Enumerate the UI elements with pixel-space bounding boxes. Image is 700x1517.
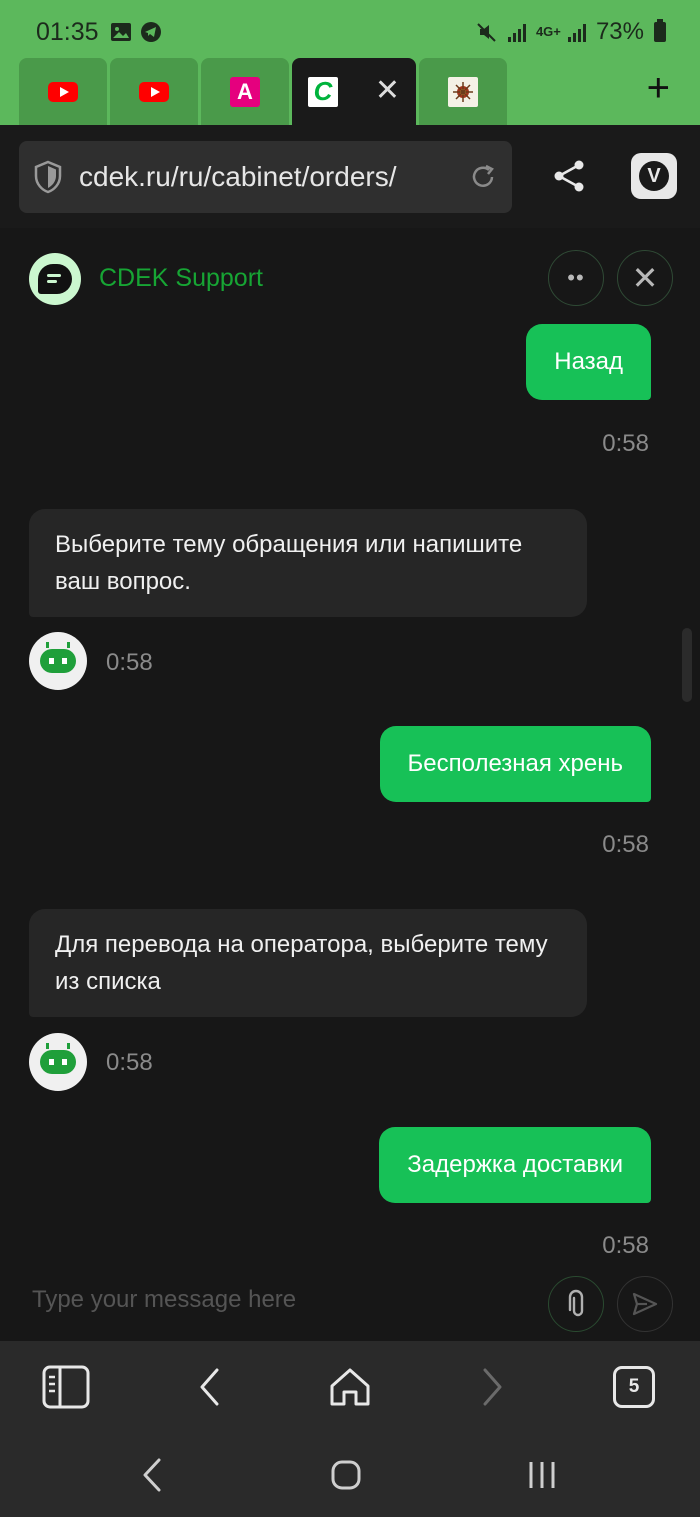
bot-message: Выберите тему обращения или напишите ваш… xyxy=(29,509,587,617)
url-text: cdek.ru/ru/cabinet/orders/ xyxy=(79,161,397,192)
browser-top-area: 01:35 4G+ 73% A C ✕ + xyxy=(0,0,700,125)
mute-icon xyxy=(477,23,496,42)
vivaldi-icon: V xyxy=(639,161,669,191)
tab-cdek-active[interactable]: C ✕ xyxy=(292,58,416,125)
tab-alfa[interactable]: A xyxy=(201,58,289,125)
chevron-left-icon xyxy=(200,1368,219,1406)
message-time: 0:58 xyxy=(106,1049,153,1076)
signal-icon-2 xyxy=(567,22,586,42)
chat-widget: CDEK Support •• ✕ Назад 0:58 Выберите те… xyxy=(0,228,700,1341)
system-back-button[interactable] xyxy=(128,1451,176,1499)
tab-count-badge: 5 xyxy=(613,1366,655,1408)
panel-button[interactable] xyxy=(42,1363,90,1411)
bot-avatar-icon xyxy=(29,1033,87,1091)
panel-icon xyxy=(42,1365,90,1409)
chat-close-button[interactable]: ✕ xyxy=(617,250,673,306)
bot-avatar-icon xyxy=(29,632,87,690)
android-nav-bar xyxy=(0,1433,700,1517)
browser-bottom-bar: 5 xyxy=(0,1341,700,1433)
system-home-icon xyxy=(331,1460,361,1490)
status-time: 01:35 xyxy=(36,18,99,46)
battery-percent: 73% xyxy=(595,18,644,45)
tab-switcher-button[interactable]: 5 xyxy=(610,1363,658,1411)
chat-composer xyxy=(0,1260,700,1341)
message-time: 0:58 xyxy=(106,649,153,676)
forward-button[interactable] xyxy=(468,1363,516,1411)
system-home-button[interactable] xyxy=(322,1451,370,1499)
youtube-icon xyxy=(48,81,78,102)
user-message: Бесполезная хрень xyxy=(379,726,651,802)
vivaldi-menu-button[interactable]: V xyxy=(631,153,677,199)
url-field[interactable]: cdek.ru/ru/cabinet/orders/ xyxy=(19,141,512,213)
youtube-icon xyxy=(139,81,169,102)
system-back-icon xyxy=(143,1458,161,1492)
attach-button[interactable] xyxy=(548,1276,604,1332)
chat-scrollbar[interactable] xyxy=(682,628,692,702)
send-icon xyxy=(632,1292,658,1316)
home-icon xyxy=(330,1368,370,1406)
picture-icon xyxy=(448,76,478,107)
bot-message: Для перевода на оператора, выберите тему… xyxy=(29,909,587,1017)
user-message: Задержка доставки xyxy=(379,1127,651,1203)
paperclip-icon xyxy=(568,1289,584,1317)
tab-picture[interactable] xyxy=(419,58,507,125)
alfa-bank-icon: A xyxy=(230,76,260,107)
signal-icon xyxy=(507,22,526,42)
battery-icon xyxy=(654,19,666,42)
shield-icon[interactable] xyxy=(33,160,63,194)
reload-icon[interactable] xyxy=(468,162,498,192)
system-recents-icon xyxy=(529,1462,555,1488)
status-right: 4G+ 73% xyxy=(476,18,666,46)
address-bar-area: cdek.ru/ru/cabinet/orders/ V xyxy=(0,125,700,228)
share-icon[interactable] xyxy=(551,158,587,194)
home-button[interactable] xyxy=(326,1363,374,1411)
tab-youtube-1[interactable] xyxy=(19,58,107,125)
chevron-right-icon xyxy=(483,1368,502,1406)
message-time: 0:58 xyxy=(602,430,649,457)
user-message: Назад xyxy=(526,324,651,400)
gallery-icon xyxy=(111,23,131,41)
telegram-icon xyxy=(141,22,161,42)
new-tab-button[interactable]: + xyxy=(647,68,670,108)
tab-youtube-2[interactable] xyxy=(110,58,198,125)
chat-title: CDEK Support xyxy=(99,264,263,292)
tab-close-icon[interactable]: ✕ xyxy=(375,76,400,106)
tab-strip: A C ✕ xyxy=(19,58,507,125)
chat-menu-button[interactable]: •• xyxy=(548,250,604,306)
message-input[interactable] xyxy=(32,1280,532,1320)
send-button[interactable] xyxy=(617,1276,673,1332)
message-time: 0:58 xyxy=(602,831,649,858)
back-button[interactable] xyxy=(186,1363,234,1411)
message-time: 0:58 xyxy=(602,1232,649,1259)
system-recents-button[interactable] xyxy=(518,1451,566,1499)
chat-header: CDEK Support •• ✕ xyxy=(0,228,700,328)
cdek-icon: C xyxy=(308,76,338,107)
network-type: 4G+ xyxy=(535,24,561,39)
support-logo-icon xyxy=(29,253,81,305)
status-bar: 01:35 4G+ 73% xyxy=(0,0,700,62)
